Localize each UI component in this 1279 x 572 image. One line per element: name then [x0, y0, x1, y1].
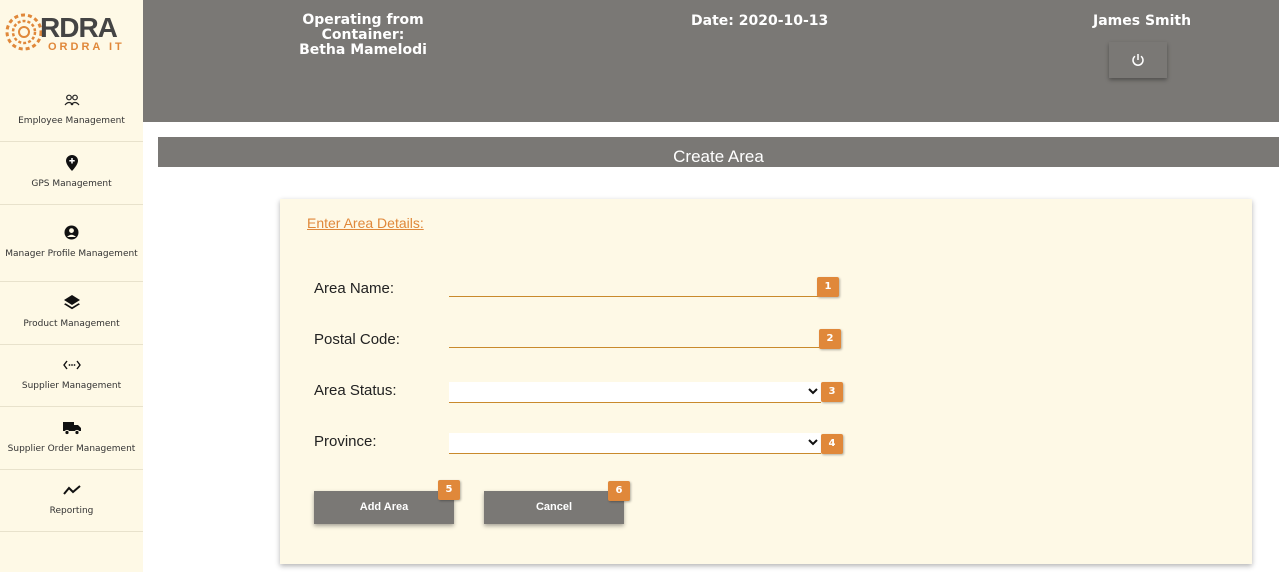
- sidebar-item-product-management[interactable]: Product Management: [0, 282, 143, 345]
- sidebar-item-employee-management[interactable]: Employee Management: [0, 80, 143, 142]
- step-badge-1: 1: [817, 277, 839, 297]
- arrows-left-right-icon: [62, 357, 81, 373]
- power-icon: [1132, 54, 1144, 66]
- logo-tagline: ORDRA IT: [48, 41, 125, 53]
- postal-code-input[interactable]: [449, 328, 821, 348]
- user-name: James Smith: [1093, 13, 1192, 29]
- logo: RDRA ORDRA IT: [4, 8, 134, 56]
- sidebar-item-label: GPS Management: [31, 178, 112, 189]
- page-title-banner: Create Area: [158, 137, 1279, 167]
- container-label: Operating from Container:: [302, 12, 424, 43]
- sidebar-item-label: Supplier Order Management: [7, 443, 136, 454]
- container-name: Betha Mamelodi: [299, 42, 427, 58]
- logout-button[interactable]: [1109, 42, 1167, 78]
- sidebar-item-label: Reporting: [49, 506, 94, 516]
- area-status-label: Area Status:: [314, 382, 397, 399]
- top-header: Operating from Container: Betha Mamelodi…: [143, 0, 1279, 122]
- truck-icon: [62, 420, 81, 436]
- sidebar-item-supplier-management[interactable]: Supplier Management: [0, 345, 143, 407]
- form-title: Enter Area Details:: [307, 215, 424, 231]
- page-title: Create Area: [673, 147, 764, 166]
- province-select[interactable]: [449, 433, 821, 454]
- sidebar-item-label: Product Management: [23, 318, 120, 329]
- user-circle-icon: [64, 225, 79, 241]
- step-badge-4: 4: [821, 434, 843, 454]
- sidebar-item-reporting[interactable]: Reporting: [0, 470, 143, 532]
- step-badge-6: 6: [608, 481, 630, 501]
- add-area-button[interactable]: Add Area: [314, 491, 454, 524]
- province-label: Province:: [314, 433, 377, 450]
- chevron-down-icon: [808, 439, 818, 446]
- map-pin-icon: [65, 154, 78, 171]
- trend-line-icon: [62, 482, 81, 498]
- logo-swirl-icon: [5, 13, 43, 51]
- postal-code-label: Postal Code:: [314, 331, 400, 348]
- step-badge-5: 5: [438, 480, 460, 500]
- layers-icon: [63, 295, 80, 311]
- step-badge-3: 3: [821, 382, 843, 402]
- current-date: Date: 2020-10-13: [691, 13, 829, 29]
- step-badge-2: 2: [819, 329, 841, 349]
- area-name-input[interactable]: [449, 277, 821, 297]
- sidebar-item-manager-profile-management[interactable]: Manager Profile Management: [0, 205, 143, 282]
- sidebar-item-label: Supplier Management: [21, 381, 122, 391]
- sidebar-item-supplier-order-management[interactable]: Supplier Order Management: [0, 407, 143, 470]
- chevron-down-icon: [808, 388, 818, 395]
- sidebar-item-gps-management[interactable]: GPS Management: [0, 142, 143, 205]
- people-icon: [64, 92, 80, 108]
- sidebar-item-label: Employee Management: [18, 116, 125, 126]
- area-name-label: Area Name:: [314, 280, 395, 297]
- sidebar: RDRA ORDRA IT Employee Management GPS Ma…: [0, 0, 143, 572]
- cancel-button[interactable]: Cancel: [484, 491, 624, 524]
- sidebar-item-label: Manager Profile Management: [5, 248, 138, 259]
- area-status-select[interactable]: [449, 382, 821, 403]
- logo-name: RDRA: [40, 12, 118, 43]
- area-form-card: Enter Area Details: Area Name: 1 Postal …: [280, 199, 1252, 564]
- container-info: Operating from Container: Betha Mamelodi: [263, 13, 463, 58]
- sidebar-nav: Employee Management GPS Management Manag…: [0, 80, 143, 532]
